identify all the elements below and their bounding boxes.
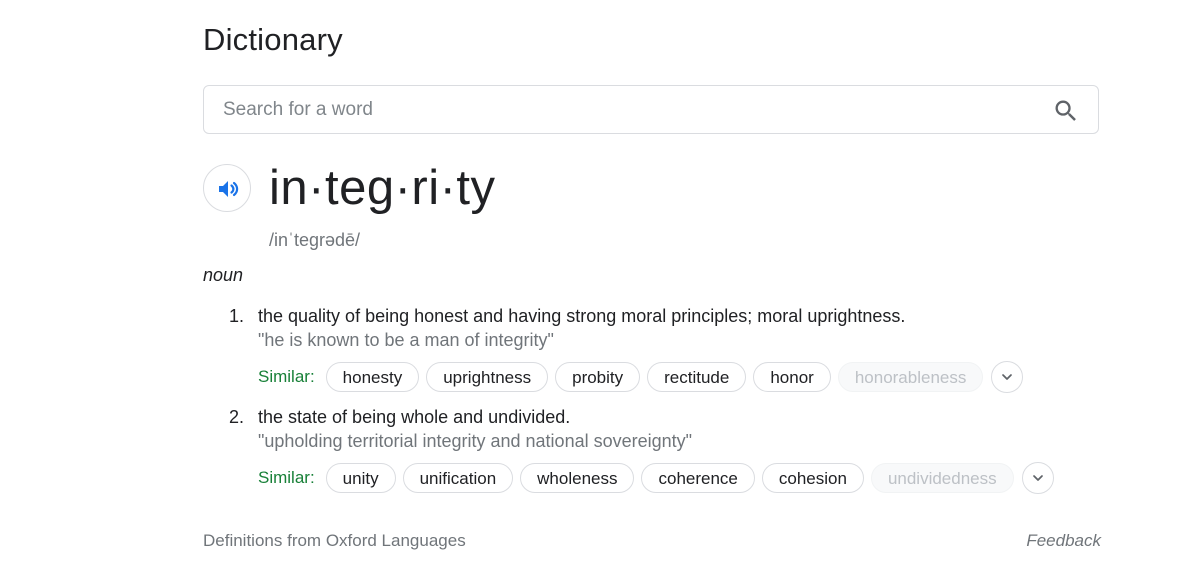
- sense-definition: the quality of being honest and having s…: [258, 306, 906, 326]
- feedback-link[interactable]: Feedback: [1026, 530, 1101, 552]
- speaker-icon: [219, 181, 239, 197]
- similar-chip[interactable]: coherence: [641, 463, 755, 493]
- similar-chip-faded: undividedness: [870, 463, 1014, 493]
- similar-chip-faded: honorableness: [837, 362, 984, 392]
- source-attribution: Definitions from Oxford Languages: [203, 531, 466, 550]
- similar-chip[interactable]: unity: [325, 463, 396, 493]
- search-box[interactable]: [203, 85, 1099, 134]
- similar-label: Similar:: [258, 367, 315, 386]
- similar-row: Similar: honesty uprightness probity rec…: [258, 361, 1024, 393]
- dictionary-card: Dictionary in·teg·ri·ty /inˈteɡrədē/ nou…: [203, 0, 1101, 569]
- similar-chip[interactable]: unification: [402, 463, 514, 493]
- similar-chip[interactable]: wholeness: [520, 463, 635, 493]
- search-icon[interactable]: [1052, 97, 1080, 125]
- similar-chip[interactable]: probity: [555, 362, 641, 392]
- similar-chip[interactable]: uprightness: [426, 362, 549, 392]
- headword: in·teg·ri·ty: [269, 161, 496, 215]
- sense-example: "he is known to be a man of integrity": [258, 330, 554, 350]
- page-title: Dictionary: [203, 22, 343, 57]
- part-of-speech: noun: [203, 265, 244, 285]
- similar-chip[interactable]: rectitude: [647, 362, 747, 392]
- similar-chip[interactable]: honor: [753, 362, 831, 392]
- sense-number: 2.: [229, 407, 245, 427]
- chevron-down-icon: [1002, 374, 1013, 380]
- sense-number: 1.: [229, 306, 245, 326]
- pronunciation-button[interactable]: [203, 164, 251, 212]
- similar-chip[interactable]: honesty: [325, 362, 420, 392]
- phonetic-spelling: /inˈteɡrədē/: [269, 230, 361, 250]
- similar-chip[interactable]: cohesion: [761, 463, 864, 493]
- chevron-down-icon: [1032, 475, 1043, 481]
- expand-similar-button[interactable]: [991, 361, 1024, 393]
- similar-label: Similar:: [258, 468, 315, 487]
- search-input[interactable]: [223, 97, 1023, 123]
- sense-definition: the state of being whole and undivided.: [258, 407, 571, 427]
- sense-example: "upholding territorial integrity and nat…: [258, 431, 693, 451]
- similar-row: Similar: unity unification wholeness coh…: [258, 462, 1054, 494]
- expand-similar-button[interactable]: [1021, 462, 1054, 494]
